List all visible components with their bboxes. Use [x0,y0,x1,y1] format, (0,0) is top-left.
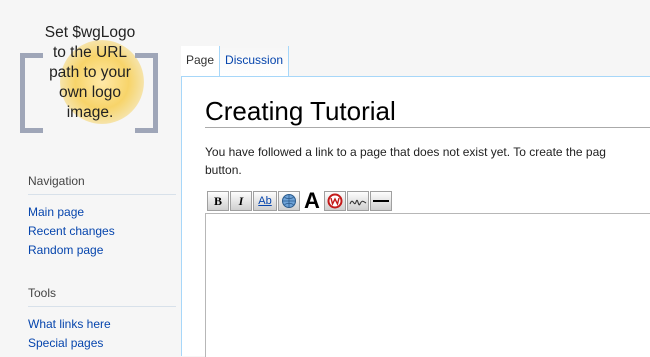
globe-icon [282,194,296,208]
title-divider [205,127,650,128]
navigation-heading: Navigation [28,174,176,195]
page-tabs: Page Discussion [181,46,290,76]
sidebar-item-main-page[interactable]: Main page [28,203,176,222]
signature-button[interactable] [347,191,369,211]
page-title: Creating Tutorial [205,96,396,126]
external-link-button[interactable] [278,191,300,211]
notice-line: button. [205,163,242,177]
edit-textarea[interactable] [205,213,650,357]
logo-text-line: Set $wgLogo [44,24,136,41]
tab-page[interactable]: Page [181,46,221,76]
internal-link-icon: Ab [258,195,272,207]
embedded-file-icon [327,193,343,209]
logo-text-line: own logo [58,84,122,101]
image-button[interactable] [324,191,346,211]
bold-button[interactable]: B [207,191,229,211]
headline-button[interactable]: A [301,188,323,213]
tools-list: What links here Special pages [28,315,176,353]
logo-text: Set $wgLogo to the URL path to your own … [14,23,166,123]
horizontal-line-icon [373,200,389,202]
logo-text-line: path to your [49,64,131,81]
notice-line: You have followed a link to a page that … [205,145,606,159]
tab-discussion[interactable]: Discussion [220,46,290,76]
headline-icon: A [304,188,320,213]
sidebar-item-random-page[interactable]: Random page [28,241,176,260]
sidebar-item-special-pages[interactable]: Special pages [28,334,176,353]
logo-text-line: image. [66,104,114,121]
bold-icon: B [213,193,222,208]
site-logo[interactable]: Set $wgLogo to the URL path to your own … [14,20,166,138]
navigation-portlet: Navigation Main page Recent changes Rand… [28,174,176,260]
logo-text-line: to the URL [52,44,128,61]
create-page-notice: You have followed a link to a page that … [205,143,650,179]
sidebar-item-what-links-here[interactable]: What links here [28,315,176,334]
tools-heading: Tools [28,286,176,307]
tools-portlet: Tools What links here Special pages [28,286,176,353]
signature-icon [349,199,367,206]
italic-button[interactable]: I [230,191,252,211]
navigation-list: Main page Recent changes Random page [28,203,176,260]
sidebar-item-recent-changes[interactable]: Recent changes [28,222,176,241]
horizontal-line-button[interactable] [370,191,392,211]
internal-link-button[interactable]: Ab [253,191,277,211]
edit-toolbar: B I Ab A [207,190,392,212]
content-area: Creating Tutorial You have followed a li… [181,76,650,357]
italic-icon: I [238,193,244,208]
